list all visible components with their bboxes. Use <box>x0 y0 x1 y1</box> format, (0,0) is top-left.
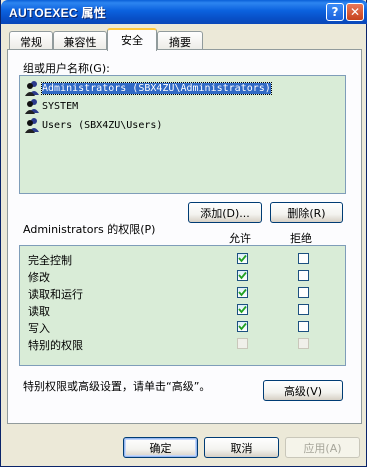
permission-row: 写入 <box>20 318 345 335</box>
users-icon <box>25 118 39 133</box>
users-icon <box>25 81 39 96</box>
allow-checkbox <box>237 338 248 349</box>
allow-checkbox[interactable] <box>237 270 248 281</box>
window-title: AUTOEXEC 属性 <box>9 6 107 20</box>
advanced-button[interactable]: 高级(V) <box>263 380 343 401</box>
permission-row: 读取 <box>20 301 345 318</box>
check-icon <box>238 271 247 280</box>
permission-name: 特别的权限 <box>28 339 83 352</box>
allow-checkbox[interactable] <box>237 287 248 298</box>
advanced-hint: 特别权限或高级设置，请单击“高级”。 <box>23 380 211 393</box>
users-icon <box>25 99 39 114</box>
user-name: Administrators (SBX4ZU\Administrators) <box>41 81 272 95</box>
permissions-title: Administrators 的权限(P) <box>23 223 156 236</box>
check-icon <box>238 305 247 314</box>
list-item[interactable]: Users (SBX4ZU\Users) <box>24 116 162 134</box>
permission-row: 特别的权限 <box>20 335 345 352</box>
deny-checkbox <box>298 338 309 349</box>
permission-name: 写入 <box>28 322 50 335</box>
list-item[interactable]: Administrators (SBX4ZU\Administrators) <box>24 79 272 97</box>
check-icon <box>238 254 247 263</box>
title-bar[interactable]: AUTOEXEC 属性 ? ✕ <box>1 0 367 24</box>
remove-button[interactable]: 删除(R) <box>270 202 343 223</box>
help-icon: ? <box>331 5 339 19</box>
permissions-list: 完全控制 修改 读取和运行 读取 写入 特别的权限 <box>19 245 346 366</box>
tab-general[interactable]: 常规 <box>9 31 53 50</box>
deny-checkbox[interactable] <box>298 304 309 315</box>
tab-compatibility[interactable]: 兼容性 <box>53 31 107 50</box>
deny-header: 拒绝 <box>290 232 312 245</box>
user-list[interactable]: Administrators (SBX4ZU\Administrators) S… <box>19 75 346 194</box>
permission-name: 完全控制 <box>28 254 72 267</box>
tab-security[interactable]: 安全 <box>107 28 157 51</box>
permission-row: 修改 <box>20 267 345 284</box>
allow-checkbox[interactable] <box>237 253 248 264</box>
tab-strip: 常规 兼容性 安全 摘要 <box>1 28 367 51</box>
check-icon <box>238 322 247 331</box>
group-label: 组或用户名称(G): <box>23 62 110 75</box>
deny-checkbox[interactable] <box>298 253 309 264</box>
permission-name: 读取和运行 <box>28 288 83 301</box>
permission-row: 读取和运行 <box>20 284 345 301</box>
allow-header: 允许 <box>229 232 251 245</box>
user-name: Users (SBX4ZU\Users) <box>42 119 163 131</box>
apply-button: 应用(A) <box>285 437 360 458</box>
tab-summary[interactable]: 摘要 <box>157 31 203 50</box>
help-button[interactable]: ? <box>326 3 344 21</box>
deny-checkbox[interactable] <box>298 287 309 298</box>
permission-row: 完全控制 <box>20 250 345 267</box>
permission-name: 读取 <box>28 305 50 318</box>
add-button[interactable]: 添加(D)... <box>188 202 262 223</box>
deny-checkbox[interactable] <box>298 321 309 332</box>
deny-checkbox[interactable] <box>298 270 309 281</box>
close-button[interactable]: ✕ <box>346 3 364 21</box>
allow-checkbox[interactable] <box>237 304 248 315</box>
properties-window: AUTOEXEC 属性 ? ✕ 常规 兼容性 安全 摘要 组或用户名称(G): … <box>0 0 367 467</box>
allow-checkbox[interactable] <box>237 321 248 332</box>
check-icon <box>238 288 247 297</box>
ok-button[interactable]: 确定 <box>123 437 198 458</box>
close-icon: ✕ <box>349 5 361 19</box>
permission-name: 修改 <box>28 271 50 284</box>
user-name: SYSTEM <box>42 100 79 112</box>
list-item[interactable]: SYSTEM <box>24 97 78 115</box>
cancel-button[interactable]: 取消 <box>204 437 279 458</box>
